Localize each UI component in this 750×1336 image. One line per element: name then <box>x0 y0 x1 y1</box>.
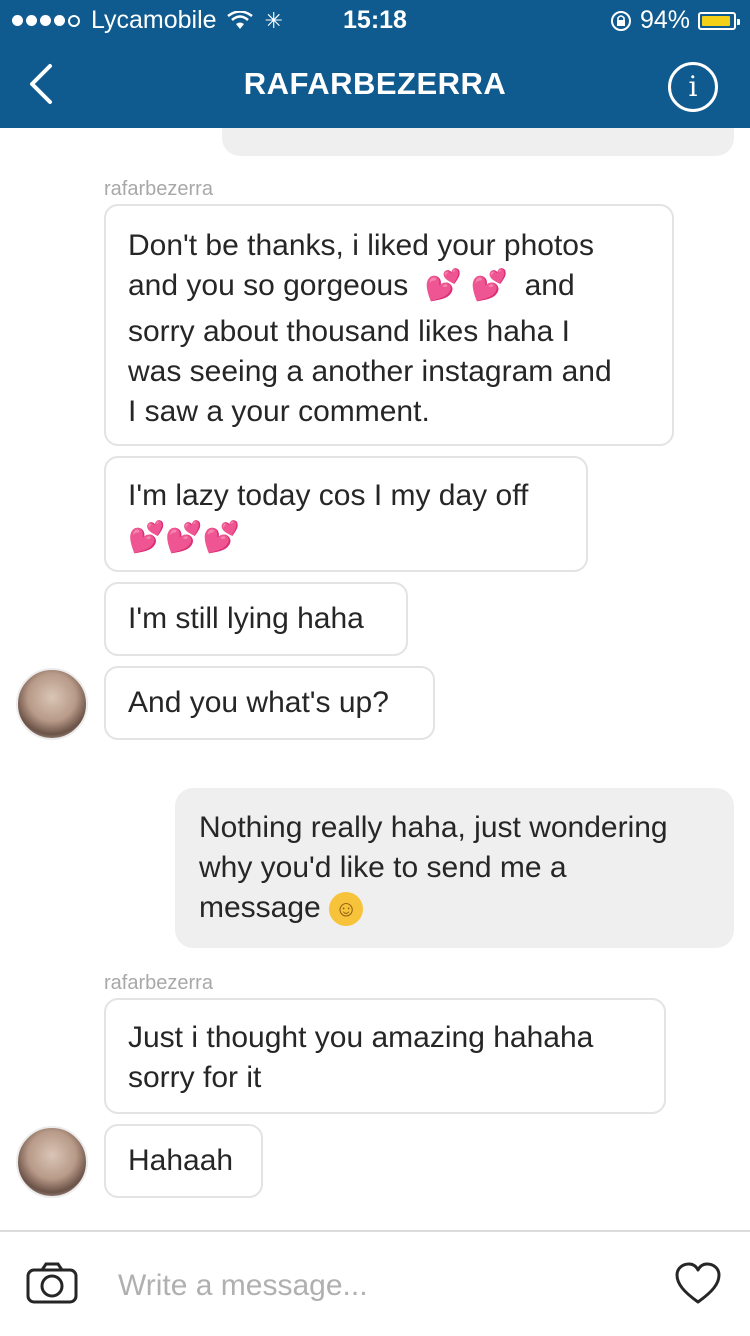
battery-level-fill <box>702 15 731 26</box>
message-line: Nothing really haha, just wondering <box>199 811 668 844</box>
two-hearts-emoji-icon: 💕 💕 <box>416 269 517 302</box>
message-line-with-emoji: message ☺ <box>199 888 710 928</box>
heart-icon <box>675 1262 721 1304</box>
battery-percent: 94% <box>639 6 690 34</box>
info-icon: i <box>688 70 698 103</box>
rotation-lock-icon <box>610 10 631 31</box>
two-hearts-emoji-icon: 💕💕💕 <box>128 521 241 554</box>
message-line: I saw a your comment. <box>128 395 430 428</box>
message-bubble-outgoing[interactable]: Nothing really haha, just wondering why … <box>175 788 734 948</box>
message-text: message <box>199 891 321 924</box>
info-button[interactable]: i <box>668 62 718 112</box>
message-text: And you what's up? <box>128 686 389 719</box>
message-line: Don't be thanks, i liked your photos <box>128 229 594 262</box>
message-text: I'm lazy today cos I my day off <box>128 479 529 512</box>
camera-icon <box>26 1262 78 1304</box>
message-bubble-incoming[interactable]: I'm still lying haha <box>104 582 408 656</box>
sender-name: rafarbezerra <box>104 178 213 200</box>
message-line: sorry about thousand likes haha I <box>128 315 570 348</box>
like-button[interactable] <box>674 1262 722 1306</box>
status-right: 94% <box>610 6 740 35</box>
header: Lycamobile ✳ 15:18 94% RAFARBEZERRA i <box>0 0 750 128</box>
message-line: Just i thought you amazing hahaha <box>128 1021 594 1054</box>
status-bar: Lycamobile ✳ 15:18 94% <box>0 0 750 40</box>
message-bubble-incoming[interactable]: Hahaah <box>104 1124 263 1198</box>
sender-name: rafarbezerra <box>104 972 213 994</box>
battery-icon <box>698 11 740 30</box>
message-text: Hahaah <box>128 1144 234 1177</box>
message-composer <box>0 1230 750 1336</box>
message-line-with-emoji: and you so gorgeous 💕 💕 and <box>128 266 650 306</box>
message-text: I'm still lying haha <box>128 602 364 635</box>
message-bubble-incoming[interactable]: I'm lazy today cos I my day off 💕💕💕 <box>104 456 588 572</box>
message-bubble-incoming[interactable]: And you what's up? <box>104 666 435 740</box>
nav-bar: RAFARBEZERRA i <box>0 40 750 128</box>
message-bubble-incoming[interactable]: Don't be thanks, i liked your photos and… <box>104 204 674 446</box>
conversation-title: RAFARBEZERRA <box>243 66 507 101</box>
smiling-face-emoji-icon: ☺ <box>329 892 364 927</box>
avatar[interactable] <box>16 668 88 740</box>
message-bubble-incoming[interactable]: Just i thought you amazing hahaha sorry … <box>104 998 666 1114</box>
message-line: why you'd like to send me a <box>199 851 567 884</box>
message-text: and you so gorgeous <box>128 269 409 302</box>
message-text: and <box>524 269 575 302</box>
message-line: was seeing a another instagram and <box>128 355 612 388</box>
camera-button[interactable] <box>26 1262 78 1304</box>
avatar[interactable] <box>16 1126 88 1198</box>
message-line: sorry for it <box>128 1061 262 1094</box>
message-input[interactable] <box>116 1262 660 1310</box>
